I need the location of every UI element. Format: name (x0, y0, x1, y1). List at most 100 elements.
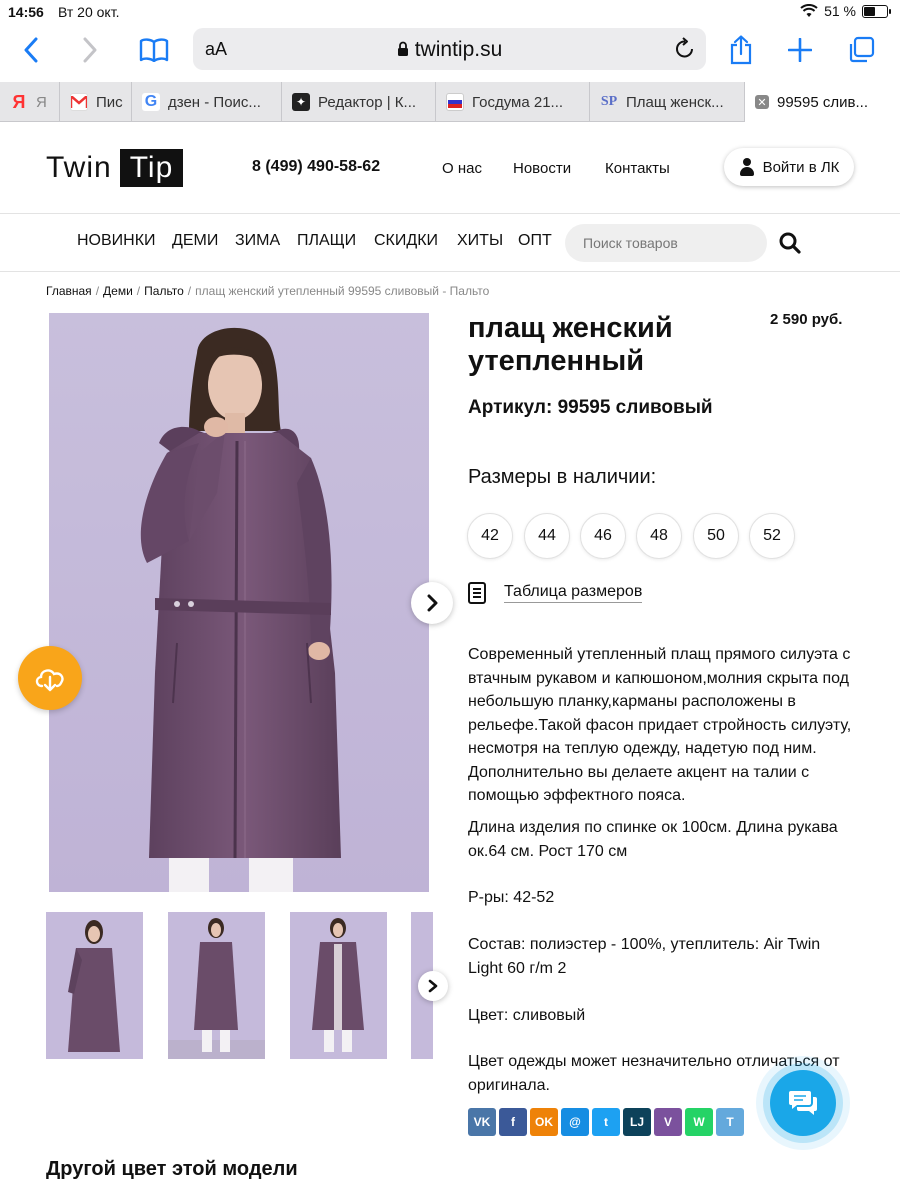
description-length: Длина изделия по спинке ок 100см. Длина … (468, 819, 838, 860)
search-input[interactable] (565, 224, 767, 262)
forward-icon[interactable] (72, 32, 108, 68)
other-color-heading: Другой цвет этой модели (46, 1158, 298, 1180)
logo-twin: Twin (46, 151, 112, 184)
product-title: плащ женский утепленный (468, 312, 673, 377)
category-hity[interactable]: ХИТЫ (457, 232, 503, 250)
category-nav: НОВИНКИ ДЕМИ ЗИМА ПЛАЩИ СКИДКИ ХИТЫ ОПТ (0, 214, 900, 272)
chevron-right-icon (428, 979, 438, 993)
category-novinki[interactable]: НОВИНКИ (77, 232, 156, 250)
size-option-52[interactable]: 52 (749, 513, 795, 559)
thumbnail-image (290, 912, 387, 1059)
category-opt[interactable]: ОПТ (518, 232, 552, 250)
share-buttons: VK f OK @ t LJ V W T (468, 1108, 744, 1136)
share-icon[interactable] (723, 32, 759, 68)
tab-label: 99595 слив... (777, 93, 868, 111)
moimir-icon[interactable]: @ (561, 1108, 589, 1136)
description-composition: Состав: полиэстер - 100%, утеплитель: Ai… (468, 936, 821, 977)
close-icon[interactable]: ✕ (755, 95, 769, 109)
logo[interactable]: Twin Tip (46, 149, 184, 187)
browser-tabs: Я Я Пис G дзен - Поис... ✦ Редактор | К.… (0, 82, 900, 122)
tab-label: Пис (96, 93, 123, 111)
nav-contacts[interactable]: Контакты (605, 160, 670, 177)
thumbnail-image (168, 912, 265, 1059)
google-icon: G (142, 93, 160, 111)
phone-link[interactable]: 8 (499) 490-58-62 (252, 158, 380, 176)
bookmarks-icon[interactable] (136, 32, 172, 68)
tab-99595-active[interactable]: ✕ 99595 слив... (745, 82, 900, 122)
login-label: Войти в ЛК (762, 158, 840, 176)
document-icon (468, 582, 486, 604)
size-table-label: Таблица размеров (504, 583, 643, 603)
tab-google[interactable]: G дзен - Поис... (132, 82, 282, 122)
nav-about[interactable]: О нас (442, 160, 482, 177)
yandex-icon: Я (12, 91, 26, 112)
model-in-coat-illustration (49, 313, 429, 892)
breadcrumb-demi[interactable]: Деми (103, 284, 133, 298)
viber-icon[interactable]: V (654, 1108, 682, 1136)
cloud-download-icon (35, 669, 64, 692)
tab-yandex[interactable]: Я Я (0, 82, 60, 122)
size-table-link[interactable]: Таблица размеров (468, 582, 643, 604)
thumbnail-3[interactable] (290, 912, 387, 1059)
size-option-46[interactable]: 46 (580, 513, 626, 559)
tab-label: дзен - Поис... (168, 93, 261, 111)
back-icon[interactable] (13, 32, 49, 68)
status-bar: 14:56 Вт 20 окт. 51 % (0, 0, 900, 24)
sizes-label: Размеры в наличии: (468, 466, 657, 488)
tab-label: Я (36, 93, 47, 111)
address-bar[interactable]: aA twintip.su (193, 28, 706, 70)
sp-icon: SP (600, 94, 618, 109)
tab-gmail[interactable]: Пис (60, 82, 132, 122)
search-icon[interactable] (779, 232, 801, 254)
login-button[interactable]: Войти в ЛК (724, 148, 854, 186)
whatsapp-icon[interactable]: W (685, 1108, 713, 1136)
breadcrumb-current: плащ женский утепленный 99595 сливовый -… (195, 284, 490, 298)
telegram-icon[interactable]: T (716, 1108, 744, 1136)
tabs-overview-icon[interactable] (843, 32, 879, 68)
size-option-44[interactable]: 44 (524, 513, 570, 559)
next-image-button[interactable] (411, 582, 453, 624)
gmail-icon (70, 93, 88, 111)
size-option-48[interactable]: 48 (636, 513, 682, 559)
chat-button[interactable] (770, 1070, 836, 1136)
twitter-icon[interactable]: t (592, 1108, 620, 1136)
vk-icon[interactable]: VK (468, 1108, 496, 1136)
chevron-right-icon (427, 594, 438, 612)
chat-icon (789, 1091, 817, 1115)
category-plaschi[interactable]: ПЛАЩИ (297, 232, 356, 250)
cloud-download-button[interactable] (18, 646, 82, 710)
breadcrumb-home[interactable]: Главная (46, 284, 92, 298)
wifi-icon (800, 4, 818, 17)
tab-label: Госдума 21... (472, 93, 564, 111)
battery-percent: 51 % (824, 3, 856, 19)
gosduma-icon (446, 93, 464, 111)
size-option-42[interactable]: 42 (467, 513, 513, 559)
thumbnail-2[interactable] (168, 912, 265, 1059)
tab-sp-coat[interactable]: SP Плащ женск... (590, 82, 745, 122)
facebook-icon[interactable]: f (499, 1108, 527, 1136)
next-thumbnails-button[interactable] (418, 971, 448, 1001)
odnoklassniki-icon[interactable]: OK (530, 1108, 558, 1136)
tab-zen-editor[interactable]: ✦ Редактор | К... (282, 82, 436, 122)
nav-news[interactable]: Новости (513, 160, 571, 177)
new-tab-icon[interactable] (782, 32, 818, 68)
logo-tip: Tip (119, 149, 184, 187)
lock-icon (397, 41, 408, 56)
category-skidki[interactable]: СКИДКИ (374, 232, 438, 250)
product-price: 2 590 руб. (770, 311, 843, 328)
status-time: 14:56 (8, 4, 44, 20)
size-option-50[interactable]: 50 (693, 513, 739, 559)
category-zima[interactable]: ЗИМА (235, 232, 280, 250)
thumbnail-1[interactable] (46, 912, 143, 1059)
category-demi[interactable]: ДЕМИ (172, 232, 218, 250)
tab-gosduma[interactable]: Госдума 21... (436, 82, 590, 122)
livejournal-icon[interactable]: LJ (623, 1108, 651, 1136)
battery-icon (862, 4, 891, 18)
description-sizes: Р-ры: 42-52 (468, 889, 555, 906)
user-icon (739, 158, 755, 176)
product-main-image[interactable] (49, 313, 429, 892)
browser-toolbar: aA twintip.su (0, 24, 900, 80)
tab-label: Плащ женск... (626, 93, 724, 111)
reload-icon[interactable] (674, 36, 696, 60)
breadcrumb-palto[interactable]: Пальто (144, 284, 184, 298)
